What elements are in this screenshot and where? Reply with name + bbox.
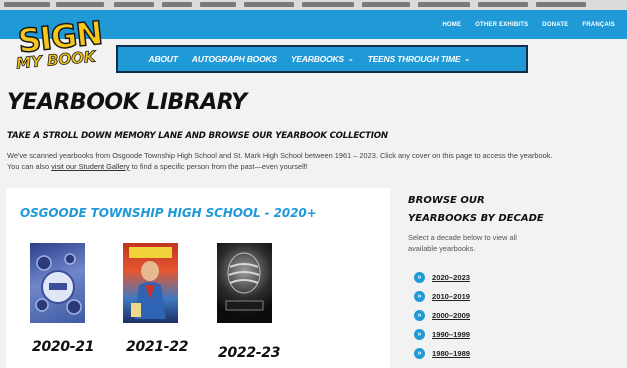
yearbook-cover-2022-23[interactable] xyxy=(217,243,272,323)
chevron-down-icon: ⌄ xyxy=(464,56,470,63)
bookmark-item[interactable] xyxy=(302,2,354,7)
bookmark-item[interactable] xyxy=(362,2,410,7)
nav-yearbooks[interactable]: YEARBOOKS ⌄ xyxy=(291,54,354,64)
chevron-down-icon: ⌄ xyxy=(347,56,354,63)
bookmark-item[interactable] xyxy=(114,2,154,7)
yearbook-year-label[interactable]: 2022-23 xyxy=(218,345,280,361)
yearbook-year-label[interactable]: 2020-21 xyxy=(32,339,94,355)
bookmark-item[interactable] xyxy=(4,2,50,7)
main-nav: ABOUT AUTOGRAPH BOOKS YEARBOOKS ⌄ TEENS T… xyxy=(116,45,528,73)
cover-art-2021-22 xyxy=(129,247,172,319)
intro-text-end: to find a specific person from the past—… xyxy=(129,161,308,171)
decade-item[interactable]: » 2020–2023 xyxy=(414,268,470,287)
bookmark-item[interactable] xyxy=(418,2,470,7)
decade-item[interactable]: » 1990–1999 xyxy=(414,325,470,344)
student-gallery-link[interactable]: visit our Student Gallery xyxy=(51,162,129,171)
nav-teens-through-time[interactable]: TEENS THROUGH TIME ⌄ xyxy=(367,54,471,64)
decade-link-2010[interactable]: 2010–2019 xyxy=(432,292,470,301)
page-subtitle: TAKE A STROLL DOWN MEMORY LANE AND BROWS… xyxy=(7,131,388,141)
decade-link-1990[interactable]: 1990–1999 xyxy=(432,330,470,339)
nav-autograph-books-label: AUTOGRAPH BOOKS xyxy=(191,54,277,64)
intro-paragraph: We've scanned yearbooks from Osgoode Tow… xyxy=(7,151,555,172)
top-links: HOME OTHER EXHIBITS DONATE FRANÇAIS xyxy=(442,10,615,39)
decade-item[interactable]: » 2000–2009 xyxy=(414,306,470,325)
double-chevron-right-icon: » xyxy=(414,291,425,302)
decade-item[interactable]: » 1980–1989 xyxy=(414,344,470,363)
bookmark-item[interactable] xyxy=(162,2,192,7)
nav-yearbooks-label: YEARBOOKS xyxy=(290,54,344,64)
nav-about[interactable]: ABOUT xyxy=(149,54,178,64)
top-link-donate[interactable]: DONATE xyxy=(542,22,568,28)
sidebar-title-line2: YEARBOOKS BY DECADE xyxy=(408,213,544,224)
yearbook-cover-2020-21[interactable] xyxy=(30,243,85,323)
top-link-francais[interactable]: FRANÇAIS xyxy=(582,22,615,28)
nav-about-label: ABOUT xyxy=(148,54,178,64)
page-title: YEARBOOK LIBRARY xyxy=(7,90,247,115)
decade-item[interactable]: » 2010–2019 xyxy=(414,287,470,306)
sidebar-title-line1: BROWSE OUR xyxy=(408,195,485,206)
decade-list: » 2020–2023 » 2010–2019 » 2000–2009 » 1990–1… xyxy=(414,268,470,363)
yearbook-section: OSGOODE TOWNSHIP HIGH SCHOOL - 2020+ 202… xyxy=(6,188,390,368)
bookmark-item[interactable] xyxy=(200,2,236,7)
yearbook-cover-2021-22[interactable] xyxy=(123,243,178,323)
double-chevron-right-icon: » xyxy=(414,329,425,340)
decade-link-2000[interactable]: 2000–2009 xyxy=(432,311,470,320)
sidebar-title: BROWSE OUR YEARBOOKS BY DECADE xyxy=(408,192,558,228)
bookmark-item[interactable] xyxy=(536,2,586,7)
double-chevron-right-icon: » xyxy=(414,272,425,283)
decade-link-2020[interactable]: 2020–2023 xyxy=(432,273,470,282)
sidebar-description: Select a decade below to view all availa… xyxy=(408,233,517,253)
double-chevron-right-icon: » xyxy=(414,348,425,359)
section-title: OSGOODE TOWNSHIP HIGH SCHOOL - 2020+ xyxy=(20,206,317,220)
double-chevron-right-icon: » xyxy=(414,310,425,321)
top-link-other-exhibits[interactable]: OTHER EXHIBITS xyxy=(475,22,528,28)
bookmark-item[interactable] xyxy=(56,2,104,7)
nav-autograph-books[interactable]: AUTOGRAPH BOOKS xyxy=(192,54,277,64)
cover-art-2022-23 xyxy=(225,252,264,311)
top-link-home[interactable]: HOME xyxy=(442,22,461,28)
yearbook-year-label[interactable]: 2021-22 xyxy=(126,339,188,355)
bookmark-item[interactable] xyxy=(478,2,528,7)
decade-link-1980[interactable]: 1980–1989 xyxy=(432,349,470,358)
site-logo[interactable]: SIGN MY BOOK xyxy=(8,13,105,76)
bookmark-item[interactable] xyxy=(244,2,294,7)
nav-teens-through-time-label: TEENS THROUGH TIME xyxy=(367,54,461,64)
cover-art-2020-21 xyxy=(35,253,82,315)
